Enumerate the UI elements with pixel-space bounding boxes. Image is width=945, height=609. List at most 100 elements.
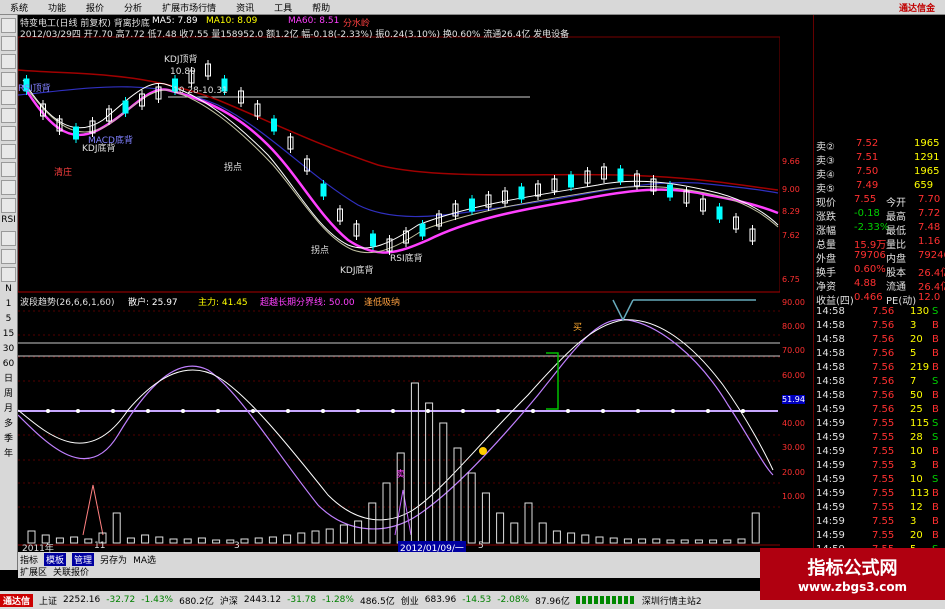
toolbar-icon-5[interactable]	[1, 90, 16, 105]
tick-side: B	[932, 362, 939, 373]
volume-bar	[453, 447, 462, 544]
stat-row: 收益(四) 0.466 PE(动) 12.0	[814, 292, 945, 307]
status-server[interactable]: 深圳行情主站2	[642, 594, 702, 607]
tick-side: S	[932, 432, 939, 443]
ask-row[interactable]: 卖⑤ 7.49 659	[814, 180, 945, 195]
volume-bar	[226, 539, 235, 544]
tick-time: 14:59	[816, 502, 845, 513]
volume-bar	[638, 538, 647, 544]
toolbar-icon-7[interactable]	[1, 126, 16, 141]
ann-price-high: 10.89	[170, 67, 196, 77]
tab-extension[interactable]: 扩展区	[20, 565, 47, 578]
yellow-dot	[479, 447, 487, 455]
toolbar-icon-11[interactable]	[1, 198, 16, 213]
tab-save-as[interactable]: 另存为	[100, 553, 127, 566]
toolbar-period-15[interactable]: 15	[0, 327, 17, 342]
stat-value-2: 1.16	[918, 236, 941, 247]
menu-system[interactable]: 系统	[0, 1, 38, 14]
toolbar-period-multi[interactable]: 多	[0, 417, 17, 432]
menu-function[interactable]: 功能	[38, 1, 76, 14]
menu-help[interactable]: 帮助	[302, 1, 340, 14]
stat-label: 换手	[816, 268, 836, 279]
stat-value: 4.88	[854, 278, 877, 289]
stat-value-2: 7.72	[918, 208, 941, 219]
menu-news[interactable]: 资讯	[226, 1, 264, 14]
spike-1	[82, 484, 104, 536]
toolbar-icon-13[interactable]	[1, 249, 16, 264]
stat-label-2: PE(动)	[886, 296, 917, 307]
tab-ma-select[interactable]: MA选	[133, 553, 156, 566]
toolbar-period-60[interactable]: 60	[0, 357, 17, 372]
ask-row[interactable]: 卖② 7.52 1965	[814, 138, 945, 153]
toolbar-period-quarter[interactable]: 季	[0, 432, 17, 447]
axis-sub-80: 80.00	[782, 322, 805, 331]
toolbar-icon-6[interactable]	[1, 108, 16, 123]
watermark-url: www.zbgs3.com	[797, 580, 908, 594]
toolbar-period-day[interactable]: 日	[0, 372, 17, 387]
ask-row[interactable]: 卖④ 7.50 1965	[814, 166, 945, 181]
volume-bar	[510, 522, 519, 544]
ask-price: 7.52	[856, 138, 879, 149]
toolbar-icon-1[interactable]	[1, 18, 16, 33]
ann-turn-2: 拐点	[311, 246, 330, 256]
menu-analysis[interactable]: 分析	[114, 1, 152, 14]
volume-bar	[481, 492, 490, 544]
status-hs-amt: 486.5亿	[359, 596, 395, 607]
status-cy-amt: 87.96亿	[535, 596, 570, 607]
toolbar-icon-14[interactable]	[1, 267, 16, 282]
toolbar-icon-4[interactable]	[1, 72, 16, 87]
menu-tools[interactable]: 工具	[264, 1, 302, 14]
volume-bar	[55, 537, 64, 544]
status-sh-label: 上证	[39, 596, 58, 607]
menu-quote[interactable]: 报价	[76, 1, 114, 14]
toolbar-icon-3[interactable]	[1, 54, 16, 69]
volume-bar	[581, 534, 590, 544]
tick-price: 7.55	[872, 488, 895, 499]
tick-side: B	[932, 320, 939, 331]
tick-volume: 50	[910, 390, 923, 401]
stat-value-2: 26.4亿	[918, 268, 945, 279]
toolbar-icon-10[interactable]	[1, 180, 16, 195]
toolbar-icon-2[interactable]	[1, 36, 16, 51]
stat-label: 涨跌	[816, 212, 836, 223]
tick-price: 7.56	[872, 390, 895, 401]
menu-ext-market[interactable]: 扩展市场行情	[152, 1, 226, 14]
toolbar-period-year[interactable]: 年	[0, 447, 17, 462]
volume-bar	[609, 537, 618, 544]
ann-kdj-bottom-2: KDJ底背	[340, 266, 374, 276]
status-cy-pct: -2.08%	[497, 595, 530, 605]
toolbar-period-month[interactable]: 月	[0, 402, 17, 417]
tick-row: 14:59 7.55 12 B	[814, 502, 945, 516]
volume-bar	[496, 512, 505, 544]
tick-time: 14:58	[816, 390, 845, 401]
status-hs-val: 2443.12	[243, 595, 282, 605]
toolbar-period-n[interactable]: N	[0, 282, 17, 297]
watermark-title: 指标公式网	[807, 558, 898, 579]
toolbar-period-1[interactable]: 1	[0, 297, 17, 312]
status-brand[interactable]: 通达信	[0, 593, 34, 607]
tick-time: 14:58	[816, 362, 845, 373]
tab-related-quote[interactable]: 关联报价	[53, 565, 89, 578]
status-hs-chg: -31.78	[287, 595, 317, 605]
ask-row[interactable]: 卖③ 7.51 1291	[814, 152, 945, 167]
toolbar-icon-9[interactable]	[1, 162, 16, 177]
ask-price: 7.50	[856, 166, 879, 177]
toolbar-icon-12[interactable]	[1, 231, 16, 246]
toolbar-rsi[interactable]: RSI	[0, 213, 17, 228]
axis-price-1: 9.66	[782, 157, 800, 166]
stat-row: 净资 4.88 流通 26.4亿	[814, 278, 945, 293]
tick-volume: 7	[910, 376, 917, 387]
volume-bar	[666, 539, 675, 544]
tick-price: 7.55	[872, 418, 895, 429]
toolbar-period-5[interactable]: 5	[0, 312, 17, 327]
toolbar-period-30[interactable]: 30	[0, 342, 17, 357]
toolbar-icon-8[interactable]	[1, 144, 16, 159]
chart-area[interactable]: 特变电工(日线 前复权) 背离抄底 MA5: 7.89 MA10: 8.09 M…	[17, 15, 781, 554]
axis-sub-value: 51.94	[782, 395, 805, 404]
toolbar-period-week[interactable]: 周	[0, 387, 17, 402]
volume-bar	[311, 530, 320, 544]
stat-label: 收益(四)	[816, 296, 854, 307]
buy-label: 买	[573, 323, 583, 333]
volume-bar	[524, 502, 533, 544]
tick-row: 14:59 7.55 3 B	[814, 516, 945, 530]
